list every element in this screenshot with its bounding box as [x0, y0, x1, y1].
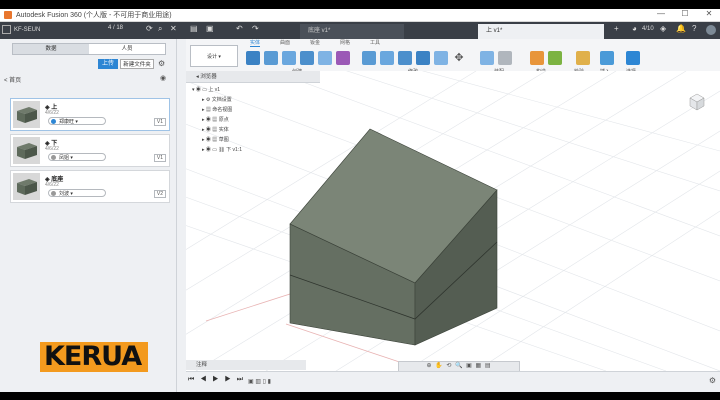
as-built-joint-icon[interactable]: [498, 51, 512, 65]
tab-solid[interactable]: 实体: [250, 39, 261, 47]
tree-item-document-settings[interactable]: ▸ ⚙ 文档设置: [192, 95, 312, 105]
team-name: KF-SEUN: [14, 27, 41, 33]
save-icon[interactable]: ▣: [206, 24, 214, 33]
settings-globe-icon[interactable]: ◉: [160, 74, 166, 82]
tab-data[interactable]: 数据: [13, 44, 89, 54]
tab-surface[interactable]: 曲面: [280, 39, 290, 46]
search-icon[interactable]: ⌕: [158, 24, 162, 34]
press-pull-icon[interactable]: [362, 51, 376, 65]
logo-text: KERUA: [44, 341, 142, 372]
version-badge[interactable]: V1: [153, 154, 166, 162]
version-badge[interactable]: V1: [153, 118, 166, 126]
move-icon[interactable]: ✥: [452, 51, 466, 65]
design-date: 4/6/22: [45, 182, 59, 188]
fillet-icon[interactable]: [380, 51, 394, 65]
app-window: Autodesk Fusion 360 (个人版 - 不可用于商业用途) — ☐…: [0, 9, 720, 392]
revolve-icon[interactable]: [300, 51, 314, 65]
maximize-button[interactable]: ☐: [676, 9, 694, 18]
comments-panel[interactable]: 注释: [186, 360, 306, 370]
new-folder-button[interactable]: 新建文件夹: [120, 59, 154, 69]
tree-item-sketches[interactable]: ▸ ◉ ▦ 草图: [192, 135, 312, 145]
design-date: 4/6/22: [45, 146, 59, 152]
count-label: 4/10: [642, 26, 654, 32]
close-panel-icon[interactable]: ✕: [170, 24, 177, 33]
browser-panel-header[interactable]: ◂ 浏览器: [186, 71, 320, 83]
navigation-bar[interactable]: ⊕ ✋ ⟲ 🔍 ▣ ▦ ▤: [398, 361, 520, 371]
undo-icon[interactable]: ↶: [236, 24, 243, 33]
midplane-icon[interactable]: [548, 51, 562, 65]
redo-icon[interactable]: ↷: [252, 24, 259, 33]
pattern-icon[interactable]: [336, 51, 350, 65]
list-item[interactable]: ◈ 下 4/6/22 凤姐 ▾ V1: [10, 134, 170, 167]
sketch-icon[interactable]: [264, 51, 278, 65]
kerua-logo: KERUA: [40, 342, 148, 372]
gear-icon[interactable]: ⚙: [158, 59, 165, 68]
design-thumbnail: [13, 101, 40, 128]
refresh-icon[interactable]: ⟳: [146, 24, 153, 33]
tab-mesh[interactable]: 网格: [340, 39, 350, 46]
select-icon[interactable]: [626, 51, 640, 65]
timeline-features[interactable]: ▣ ▥ ▯ ▮: [248, 378, 271, 385]
file-menu-icon[interactable]: ▤: [190, 24, 198, 33]
viewcube[interactable]: [686, 91, 708, 113]
grid-icon: [2, 24, 11, 34]
window-title: Autodesk Fusion 360 (个人版 - 不可用于商业用途): [16, 12, 172, 19]
team-selector[interactable]: KF-SEUN: [2, 24, 42, 36]
new-component-icon[interactable]: [246, 51, 260, 65]
tab-top[interactable]: 上 v1*: [478, 24, 604, 39]
hole-icon[interactable]: [318, 51, 332, 65]
workspace-switcher[interactable]: 设计 ▾: [190, 45, 238, 67]
list-item[interactable]: ◈ 上 4/6/22 郑康旺 ▾ V1: [10, 98, 170, 131]
notifications-icon[interactable]: 🔔: [676, 24, 686, 33]
file-pager: 4 / 18: [108, 25, 124, 31]
extensions-icon[interactable]: ◈: [660, 24, 666, 33]
joint-icon[interactable]: [480, 51, 494, 65]
fusion-app-icon: [4, 11, 12, 19]
help-icon[interactable]: ?: [692, 24, 696, 33]
tab-tools[interactable]: 工具: [370, 39, 380, 46]
tab-people[interactable]: 人员: [89, 44, 165, 54]
timeline: ⏮ ◀ ▶ ▶ ⏭ ▣ ▥ ▯ ▮ ⚙: [186, 371, 720, 392]
design-thumbnail: [13, 173, 40, 200]
tree-item-origin[interactable]: ▸ ◉ ▦ 原点: [192, 115, 312, 125]
tab-sheet-metal[interactable]: 钣金: [310, 39, 320, 46]
timeline-controls[interactable]: ⏮ ◀ ▶ ▶ ⏭: [188, 376, 245, 384]
combine-icon[interactable]: [434, 51, 448, 65]
upload-button[interactable]: 上传: [98, 59, 118, 69]
close-button[interactable]: ✕: [700, 9, 718, 18]
design-date: 4/6/22: [45, 110, 59, 116]
tree-root[interactable]: ▾ ◉ ▭ 上 v1: [192, 85, 312, 95]
application-bar: KF-SEUN 4 / 18 ⟳ ⌕ ✕ ▤ ▣ ↶ ↷ 底座 v1* 上 v1…: [0, 22, 720, 39]
job-status-icon[interactable]: ◕: [632, 24, 637, 33]
data-people-toggle: 数据 人员: [12, 43, 166, 55]
breadcrumb[interactable]: < 首页: [4, 75, 21, 84]
offset-plane-icon[interactable]: [530, 51, 544, 65]
timeline-settings-icon[interactable]: ⚙: [709, 376, 716, 385]
avatar[interactable]: [706, 25, 716, 35]
title-bar: Autodesk Fusion 360 (个人版 - 不可用于商业用途) — ☐…: [0, 9, 720, 22]
owner-dropdown[interactable]: 郑康旺 ▾: [48, 117, 106, 125]
version-badge[interactable]: V2: [153, 190, 166, 198]
shell-icon[interactable]: [416, 51, 430, 65]
design-thumbnail: [13, 137, 40, 164]
design-toolbar: 设计 ▾ 实体 曲面 钣金 网格 工具 ✥ 创建 修改 装配: [186, 39, 720, 75]
tab-base[interactable]: 底座 v1*: [300, 24, 404, 39]
measure-icon[interactable]: [576, 51, 590, 65]
new-tab-icon[interactable]: +: [614, 24, 619, 33]
data-panel: 数据 人员 上传 新建文件夹 ⚙ < 首页 ◉ ◈ 上 4/6/22 郑康旺 ▾…: [0, 39, 177, 392]
browser-tree: ▾ ◉ ▭ 上 v1 ▸ ⚙ 文档设置 ▸ ▦ 命名视图 ▸ ◉ ▦ 原点 ▸ …: [192, 85, 312, 155]
insert-image-icon[interactable]: [600, 51, 614, 65]
tree-item-component[interactable]: ▸ ◉ ▭ ⛓ 下 v1:1: [192, 145, 312, 155]
minimize-button[interactable]: —: [652, 9, 670, 18]
tree-item-bodies[interactable]: ▸ ◉ ▦ 实体: [192, 125, 312, 135]
list-item[interactable]: ◈ 底座 4/6/22 刘波 ▾ V2: [10, 170, 170, 203]
chamfer-icon[interactable]: [398, 51, 412, 65]
canvas-viewport[interactable]: ◂ 浏览器 ▾ ◉ ▭ 上 v1 ▸ ⚙ 文档设置 ▸ ▦ 命名视图 ▸ ◉ ▦…: [186, 71, 720, 371]
tree-item-named-views[interactable]: ▸ ▦ 命名视图: [192, 105, 312, 115]
owner-dropdown[interactable]: 凤姐 ▾: [48, 153, 106, 161]
extrude-icon[interactable]: [282, 51, 296, 65]
owner-dropdown[interactable]: 刘波 ▾: [48, 189, 106, 197]
